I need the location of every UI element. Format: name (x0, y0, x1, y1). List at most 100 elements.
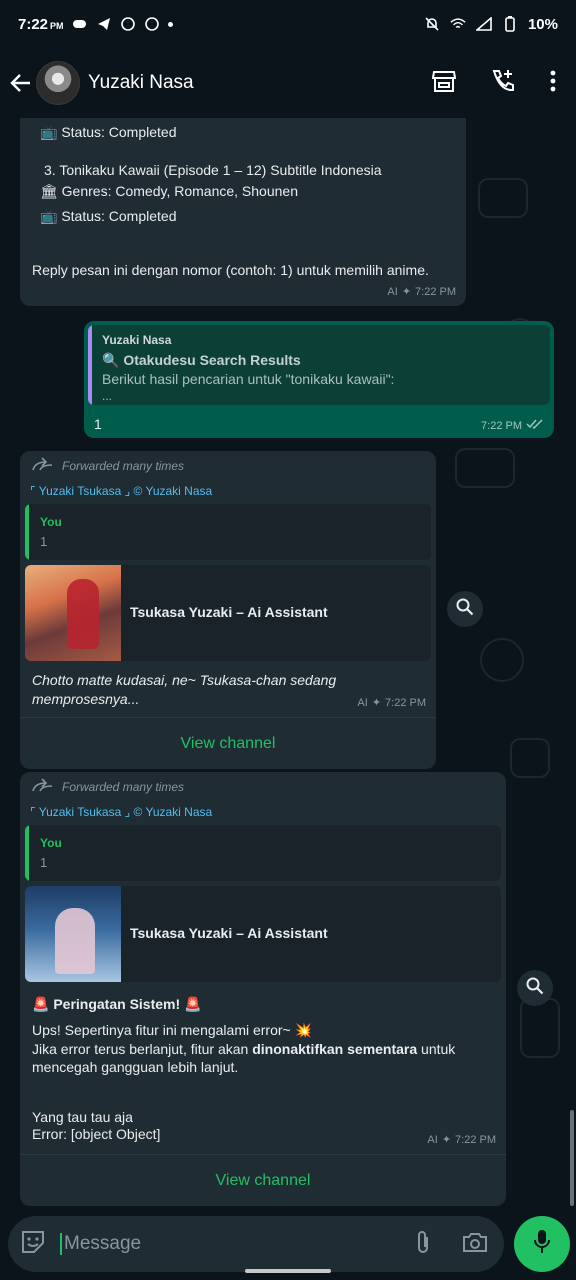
whatsapp-business-icon (144, 16, 160, 32)
camera-icon[interactable] (462, 1231, 488, 1258)
wifi-icon (450, 16, 466, 32)
whatsapp-icon (120, 16, 136, 32)
message-line: 3. Tonikaku Kawaii (Episode 1 – 12) Subt… (44, 162, 382, 178)
signal-icon (475, 16, 492, 32)
contact-name[interactable]: Yuzaki Nasa (88, 72, 194, 94)
message-line: 📺 Status: Completed (40, 124, 177, 140)
message-text-bold: dinonaktifkan sementara (252, 1041, 418, 1057)
quoted-message[interactable]: Yuzaki Nasa 🔍 Otakudesu Search Results B… (88, 325, 550, 405)
quote-bar (25, 504, 29, 560)
microphone-icon (533, 1229, 551, 1260)
battery-icon (502, 16, 518, 32)
quote-bar (25, 825, 29, 881)
quote-title: 🔍 Otakudesu Search Results (102, 352, 301, 368)
avatar[interactable] (36, 61, 80, 105)
quote-author: You (40, 515, 62, 529)
message-time: 7:22 PM (385, 696, 426, 709)
message-bubble-incoming[interactable]: 📺 Status: Completed 3. Tonikaku Kawaii (… (20, 118, 466, 306)
chat-area[interactable]: 📺 Status: Completed 3. Tonikaku Kawaii (… (0, 118, 576, 1214)
message-line: Error: [object Object] (32, 1126, 161, 1142)
gamepad-icon (72, 16, 88, 32)
wallpaper-doodle (455, 448, 515, 488)
status-bar: 7:22 PM 10% (0, 0, 576, 48)
message-line: Ups! Sepertinya fitur ini mengalami erro… (32, 1022, 313, 1038)
quote-line: Berikut hasil pencarian untuk "tonikaku … (102, 371, 395, 387)
message-text-part: Jika error terus berlanjut, fitur akan (32, 1041, 253, 1057)
sparkle-icon: ✦ (401, 286, 412, 298)
add-call-icon[interactable] (490, 68, 516, 99)
notification-dot-icon (167, 21, 173, 27)
message-bubble-outgoing[interactable]: Yuzaki Nasa 🔍 Otakudesu Search Results B… (84, 321, 554, 438)
message-line: Jika error terus berlanjut, fitur akan d… (32, 1040, 455, 1059)
message-text-part: untuk (417, 1041, 456, 1057)
store-icon[interactable] (431, 70, 457, 97)
message-line: 📺 Status: Completed (40, 208, 177, 224)
message-meta: AI ✦ 7:22 PM (357, 696, 426, 710)
message-line: mencegah gangguan lebih lanjut. (32, 1059, 239, 1075)
battery-percent: 10% (527, 15, 558, 33)
quote-bar (88, 325, 92, 405)
channel-name[interactable]: ⌜ Yuzaki Tsukasa ⌟ © Yuzaki Nasa (30, 484, 212, 498)
link-preview-card[interactable]: Tsukasa Yuzaki – Ai Assistant (25, 886, 501, 982)
search-message-button[interactable] (447, 591, 483, 627)
message-time: 7:22 PM (455, 1133, 496, 1146)
quote-text: 1 (40, 855, 48, 870)
message-time: 7:22 PM (415, 285, 456, 298)
sticker-icon[interactable] (20, 1229, 46, 1260)
link-thumbnail (25, 886, 121, 982)
sparkle-icon: ✦ (371, 697, 382, 709)
link-title: Tsukasa Yuzaki – Ai Assistant (130, 925, 328, 941)
forwarded-label: Forwarded many times (32, 778, 184, 795)
home-indicator[interactable] (245, 1269, 331, 1273)
forwarded-text: Forwarded many times (62, 779, 185, 794)
message-bubble-incoming[interactable]: Forwarded many times ⌜ Yuzaki Tsukasa ⌟ … (20, 451, 436, 769)
message-meta: AI ✦ 7:22 PM (427, 1133, 496, 1147)
message-line: Reply pesan ini dengan nomor (contoh: 1)… (32, 262, 429, 278)
message-meta: AI ✦ 7:22 PM (387, 285, 456, 299)
back-arrow-icon[interactable] (10, 71, 34, 95)
message-text: 1 (94, 416, 102, 432)
view-channel-button[interactable]: View channel (20, 717, 436, 769)
quote-author: You (40, 836, 62, 850)
ai-label: AI (357, 696, 368, 709)
quote-text: 1 (40, 534, 48, 549)
voice-message-button[interactable] (514, 1216, 570, 1272)
wallpaper-doodle (480, 638, 524, 682)
forwarded-text: Forwarded many times (62, 458, 185, 473)
chat-header: Yuzaki Nasa (0, 48, 576, 118)
sparkle-icon: ✦ (441, 1134, 452, 1146)
quoted-message[interactable]: You 1 (25, 504, 431, 560)
forward-icon (32, 457, 54, 474)
message-meta: 7:22 PM (481, 419, 544, 432)
quote-author: Yuzaki Nasa (102, 333, 172, 347)
wallpaper-doodle (510, 738, 550, 778)
message-input-box[interactable]: Message (8, 1216, 504, 1272)
attach-icon[interactable] (414, 1229, 432, 1260)
link-thumbnail (25, 565, 121, 661)
double-check-icon (526, 419, 544, 432)
telegram-icon (96, 16, 112, 32)
ai-label: AI (387, 285, 398, 298)
message-input[interactable]: Message (60, 1233, 141, 1255)
channel-name[interactable]: ⌜ Yuzaki Tsukasa ⌟ © Yuzaki Nasa (30, 805, 212, 819)
link-preview-card[interactable]: Tsukasa Yuzaki – Ai Assistant (25, 565, 431, 661)
scrollbar[interactable] (570, 1110, 574, 1206)
forwarded-label: Forwarded many times (32, 457, 184, 474)
quoted-message[interactable]: You 1 (25, 825, 501, 881)
status-time: 7:22 (18, 15, 49, 33)
warning-title: 🚨 Peringatan Sistem! 🚨 (32, 996, 202, 1012)
wallpaper-doodle (478, 178, 528, 218)
message-bubble-incoming[interactable]: Forwarded many times ⌜ Yuzaki Tsukasa ⌟ … (20, 772, 506, 1206)
ai-label: AI (427, 1133, 438, 1146)
forward-icon (32, 778, 54, 795)
message-time: 7:22 PM (481, 419, 522, 432)
more-options-icon[interactable] (550, 70, 556, 97)
view-channel-button[interactable]: View channel (20, 1154, 506, 1206)
mute-icon (424, 16, 440, 32)
search-message-button[interactable] (517, 970, 553, 1006)
quote-more: ... (102, 389, 113, 403)
status-ampm: PM (50, 20, 64, 31)
search-icon (526, 977, 544, 1000)
wallpaper-doodle (520, 998, 560, 1058)
link-title: Tsukasa Yuzaki – Ai Assistant (130, 604, 328, 620)
